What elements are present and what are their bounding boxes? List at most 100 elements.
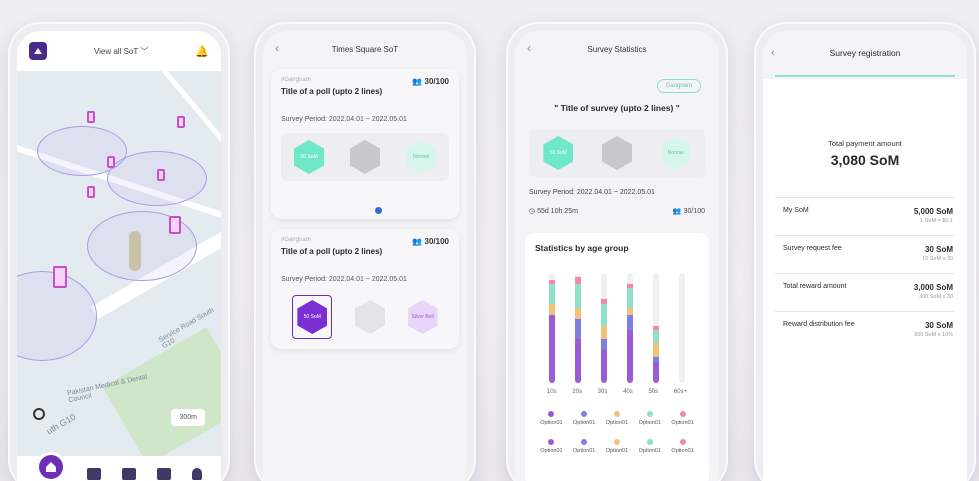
stats-title: Statistics by age group: [535, 243, 629, 253]
legend-dot-icon: [581, 439, 588, 445]
dropdown-label: View all SoT: [93, 46, 139, 56]
bar-segment: [653, 343, 659, 357]
registration-body: Total payment amount 3,080 SoM My SoM 5,…: [763, 79, 967, 481]
bar-segment: [653, 330, 659, 344]
map-pin-icon[interactable]: [107, 156, 115, 168]
bar-segment: [549, 314, 555, 383]
app-logo-icon[interactable]: [29, 42, 47, 60]
map-pin-icon[interactable]: [169, 216, 181, 234]
fee-amount: 5,000 SoM: [913, 207, 953, 216]
bar-segment: [627, 288, 633, 309]
phone-survey-registration: Survey registration ‹ Total payment amou…: [754, 22, 976, 481]
people-icon: 👥: [412, 77, 423, 86]
bar-segment: [549, 284, 555, 304]
map-pin-icon[interactable]: [53, 266, 67, 288]
profile-tab-icon[interactable]: [192, 468, 203, 480]
map-top-bar: View all SoT ﹀ 🔔: [17, 31, 221, 71]
bar-segment: [627, 314, 633, 331]
bar-segment: [549, 303, 555, 315]
legend-dot-icon: [646, 439, 653, 445]
card-period: Survey Period: 2022.04.01 ~ 2022.05.01: [281, 116, 407, 123]
legend-item: Option01: [606, 439, 628, 454]
age-bar-50s: [653, 273, 659, 383]
age-label: 60s+: [673, 389, 688, 395]
people-icon: 👥: [412, 237, 423, 246]
poll-card[interactable]: #Gangnam 👥 30/100 Title of a poll (upto …: [271, 229, 459, 349]
bar-segment: [601, 303, 607, 326]
bar-segment: [575, 277, 581, 285]
age-bar-40s: [627, 273, 633, 383]
home-tab-icon[interactable]: [35, 452, 66, 481]
age-bar-chart: [539, 273, 695, 383]
fee-row: Reward distribution fee 30 SoM 300 SoM x …: [783, 321, 953, 338]
survey-title: " Title of survey (upto 2 lines) ": [554, 103, 680, 113]
legend-dot-icon: [679, 439, 686, 445]
map-scale: 300m: [171, 409, 205, 426]
legend-dot-icon: [548, 439, 555, 445]
poll-card[interactable]: #Gangnam 👥 30/100 Title of a poll (upto …: [271, 69, 459, 219]
bar-segment: [575, 339, 581, 383]
map-pin-icon[interactable]: [177, 116, 185, 128]
legend-dot-icon: [679, 411, 686, 417]
age-bar-10s: [549, 273, 555, 383]
legend-dot-icon: [581, 411, 588, 417]
status-dot-icon: [375, 207, 382, 214]
reward-hex: Silver Bell: [407, 300, 438, 334]
bar-segment: [601, 325, 607, 339]
bell-icon[interactable]: 🔔: [195, 45, 209, 58]
reward-hex: Normal: [660, 136, 691, 170]
legend-item: Option01: [573, 411, 595, 426]
fee-sub: 300 SoM x 10%: [914, 332, 953, 338]
registration-screen: Survey registration ‹ Total payment amou…: [763, 31, 967, 481]
reward-hex: 50 SoM: [543, 136, 574, 170]
legend-item: Option01: [639, 411, 661, 426]
legend-item: Option01: [540, 411, 563, 426]
shop-tab-icon[interactable]: [121, 468, 136, 480]
view-all-dropdown[interactable]: View all SoT ﹀: [47, 46, 195, 57]
map-pin-icon[interactable]: [157, 169, 165, 181]
map-pin-icon[interactable]: [87, 186, 95, 198]
back-icon[interactable]: ‹: [771, 47, 775, 59]
phone-sot-list: Times Square SoT ‹ #Gangnam 👥 30/100 Tit…: [254, 22, 476, 481]
clock-icon: ◷: [529, 208, 536, 215]
fee-row: Total reward amount 3,000 SoM 300 SoM x 3…: [783, 283, 953, 300]
phone-map: View all SoT ﹀ 🔔 Service Road South G10 …: [8, 22, 230, 481]
age-label: 40s: [623, 389, 633, 395]
fee-label: Total reward amount: [783, 283, 847, 290]
participant-count: 👥 30/100: [412, 237, 449, 246]
bar-segment: [575, 319, 581, 339]
reward-hex-selected[interactable]: 50 SoM: [292, 295, 333, 339]
back-icon[interactable]: ‹: [527, 41, 531, 55]
wallet-tab-icon[interactable]: [86, 468, 101, 480]
legend-item: Option01: [540, 439, 563, 454]
fee-label: Survey request fee: [783, 245, 842, 252]
fee-amount: 30 SoM: [924, 321, 953, 330]
age-bar-20s: [575, 273, 581, 383]
bar-segment: [627, 308, 633, 315]
legend-dot-icon: [613, 411, 620, 417]
legend-item: Option01: [671, 411, 694, 426]
fee-amount: 30 SoM: [924, 245, 953, 254]
bar-segment: [627, 330, 633, 383]
page-title: Survey Statistics: [587, 44, 647, 54]
legend-dot-icon: [646, 411, 653, 417]
age-label: 20s: [572, 389, 582, 395]
header: Survey registration: [775, 31, 955, 77]
bar-segment: [575, 308, 581, 320]
reward-row: 50 SoM Normal: [529, 129, 705, 177]
map-label: uth G10: [44, 411, 78, 437]
map-pin-icon[interactable]: [87, 111, 95, 123]
locate-icon[interactable]: [33, 408, 45, 420]
back-icon[interactable]: ‹: [275, 41, 279, 55]
participant-count: 👥 30/100: [672, 208, 705, 215]
fee-label: Reward distribution fee: [783, 321, 855, 328]
statistics-screen: Survey Statistics ‹ Gangnam " Title of s…: [515, 31, 719, 481]
legend-row: Option01 Option01 Option01 Option01 Option01: [535, 411, 699, 426]
legend-row: Option01 Option01 Option01 Option01 Option01: [535, 439, 699, 454]
total-value: 3,080 SoM: [830, 152, 900, 168]
card-period: Survey Period: 2022.04.01 ~ 2022.05.01: [281, 276, 407, 283]
bottom-tab-bar: [17, 452, 221, 481]
participant-count: 👥 30/100: [412, 77, 449, 86]
card-title: Title of a poll (upto 2 lines): [281, 247, 383, 256]
cart-tab-icon[interactable]: [157, 468, 172, 480]
